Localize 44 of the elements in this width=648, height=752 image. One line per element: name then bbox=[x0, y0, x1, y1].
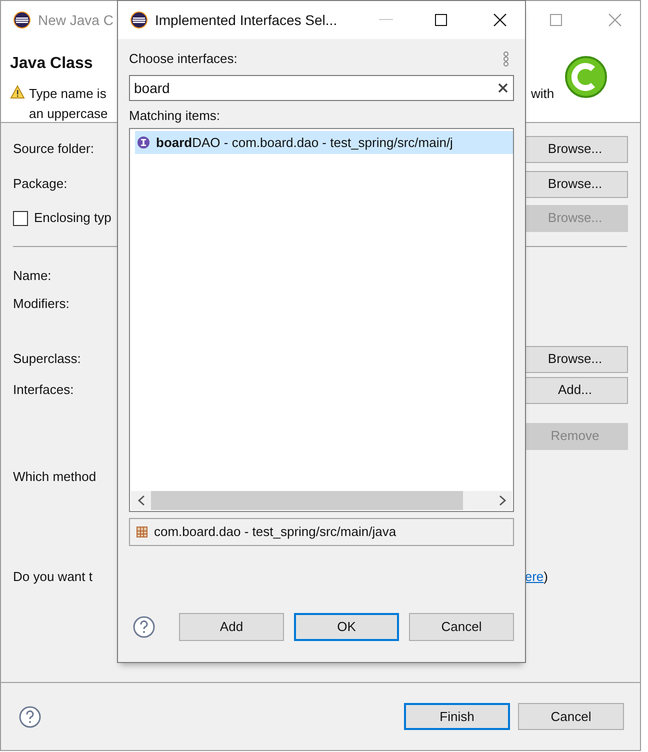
list-item[interactable]: boardDAO - com.board.dao - test_spring/src/main/j bbox=[135, 131, 513, 154]
close-icon[interactable] bbox=[493, 13, 507, 27]
message-text: an uppercase bbox=[29, 105, 108, 123]
eclipse-icon bbox=[130, 11, 148, 29]
field-label: Enclosing typ bbox=[34, 209, 112, 228]
field-label: Do you want t bbox=[13, 568, 92, 586]
button[interactable]: Finish bbox=[404, 703, 510, 730]
field-label: Name: bbox=[13, 267, 52, 286]
page-title: Java Class bbox=[10, 54, 93, 74]
help-icon[interactable] bbox=[133, 616, 155, 638]
field-label: Modifiers: bbox=[13, 295, 70, 314]
search-field[interactable]: board bbox=[129, 75, 514, 101]
view-menu-icon[interactable] bbox=[503, 51, 509, 67]
button[interactable]: Cancel bbox=[518, 703, 624, 730]
button[interactable]: Add bbox=[179, 613, 284, 641]
field-label: Which method bbox=[13, 468, 96, 486]
status-text: com.board.dao - test_spring/src/main/java bbox=[154, 523, 396, 542]
clear-icon[interactable] bbox=[498, 83, 508, 93]
button[interactable]: OK bbox=[294, 613, 399, 641]
list-item-text: boardDAO - com.board.dao - test_spring/src/main/j bbox=[156, 134, 453, 152]
window-title: New Java C bbox=[38, 10, 114, 30]
field-label: Superclass: bbox=[13, 350, 81, 368]
field-label: Source folder: bbox=[13, 140, 94, 158]
help-icon[interactable] bbox=[19, 706, 41, 728]
eclipse-icon bbox=[13, 11, 31, 29]
field-label: Choose interfaces: bbox=[129, 50, 238, 68]
link[interactable]: ere bbox=[524, 567, 544, 587]
checkbox[interactable] bbox=[13, 210, 28, 226]
field-label: Interfaces: bbox=[13, 381, 74, 400]
maximize-icon[interactable] bbox=[435, 14, 447, 26]
scroll-right-icon[interactable] bbox=[498, 495, 506, 506]
class-icon bbox=[564, 55, 608, 99]
horizontal-scrollbar[interactable] bbox=[131, 491, 512, 510]
message-text: Type name is bbox=[29, 85, 106, 103]
warning-icon bbox=[10, 85, 25, 99]
package-icon bbox=[136, 526, 148, 538]
scroll-left-icon[interactable] bbox=[138, 495, 144, 506]
interface-icon bbox=[137, 136, 150, 149]
field-label: Matching items: bbox=[129, 107, 222, 125]
window-title: Implemented Interfaces Sel... bbox=[155, 10, 338, 30]
message-text: with bbox=[531, 85, 554, 103]
field-label: Package: bbox=[13, 175, 68, 194]
text: ) bbox=[544, 568, 548, 586]
button[interactable]: Cancel bbox=[409, 613, 514, 641]
